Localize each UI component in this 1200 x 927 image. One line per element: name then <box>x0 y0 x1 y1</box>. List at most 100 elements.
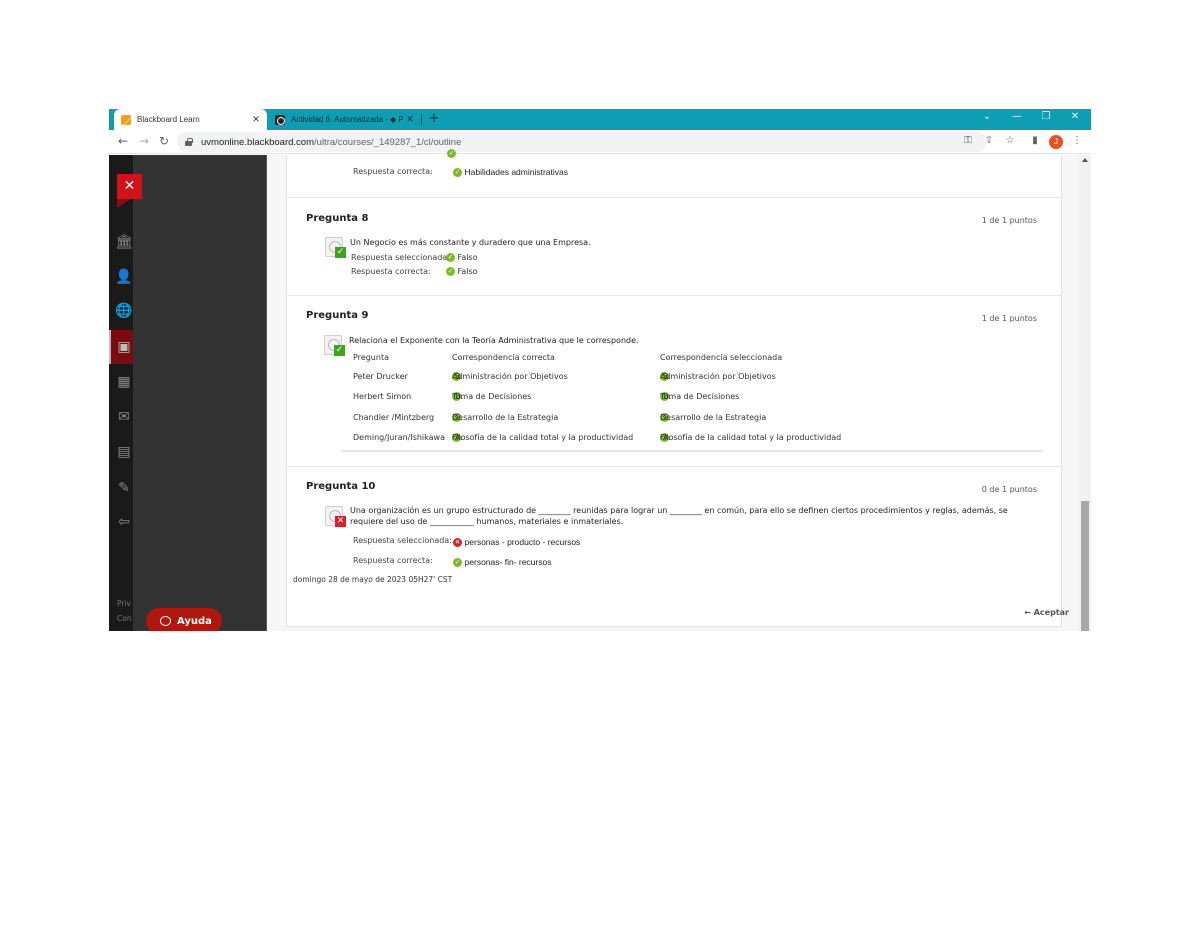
tab-strip: Blackboard Learn ✕ Actividad 6. Automati… <box>109 109 1091 130</box>
institution-icon[interactable]: 🏛 <box>115 233 133 251</box>
tab-blackboard-learn[interactable]: Blackboard Learn ✕ <box>114 109 267 130</box>
tab-search-icon[interactable]: ⌄ <box>979 111 995 122</box>
row-prompt: Herbert Simon <box>353 392 412 401</box>
question-10: Pregunta 10 0 de 1 puntos ✕ Una organiza… <box>287 468 1061 627</box>
tab-separator <box>421 114 422 125</box>
restore-button[interactable]: ❐ <box>1038 111 1054 122</box>
key-icon[interactable]: ⚿ <box>961 135 975 146</box>
check-icon: ✓ <box>447 149 456 158</box>
selected-match: Filosofía de la calidad total y la produ… <box>660 433 842 442</box>
question-points: 0 de 1 puntos <box>981 485 1037 494</box>
forward-button[interactable]: → <box>136 134 152 148</box>
check-icon: ✓ <box>446 253 455 262</box>
tools-icon[interactable]: ✎ <box>115 479 133 497</box>
tab-actividad-6[interactable]: Actividad 6. Automatizada - ◆ Pl ✕ <box>271 109 421 130</box>
scrollbar-thumb[interactable] <box>1081 501 1089 631</box>
matching-row: Herbert Simon ✓ D. Toma de Decisiones ✓ D. T… <box>353 392 1043 408</box>
new-tab-button[interactable]: + <box>427 111 441 126</box>
blackboard-pencil-icon <box>121 114 131 125</box>
close-panel-button[interactable]: ✕ <box>117 174 142 208</box>
question-title: Pregunta 10 <box>306 481 376 492</box>
matching-row: Peter Drucker ✓ B. Administración por Obje… <box>353 372 1043 388</box>
question-incorrect-icon: ✕ <box>325 506 347 528</box>
profile-icon[interactable]: 👤 <box>115 268 133 286</box>
correct-answer-label: Respuesta correcta: <box>353 167 433 176</box>
side-panel-icon[interactable]: ▮ <box>1028 135 1042 146</box>
url-text: uvmonline.blackboard.com/ultra/courses/_… <box>201 137 461 148</box>
profile-avatar[interactable]: J <box>1049 135 1063 149</box>
chat-bubble-icon <box>160 616 171 626</box>
reload-button[interactable]: ↻ <box>156 134 172 148</box>
correct-answer: Falso <box>457 267 478 276</box>
test-results-card: ✓ Respuesta correcta: ✓ Habilidades admi… <box>286 149 1062 627</box>
matching-row: Chandler /Mintzberg ✓ C. Desarrollo de la … <box>353 413 1043 429</box>
selected-match: Administración por Objetivos <box>660 372 776 381</box>
messages-icon[interactable]: ✉ <box>115 408 133 426</box>
check-icon: ✓ <box>453 168 462 177</box>
selected-match: Desarrollo de la Estrategia <box>660 413 767 422</box>
scroll-up-arrow-icon[interactable] <box>1082 158 1088 162</box>
selected-match: Toma de Decisiones <box>660 392 740 401</box>
help-label: Ayuda <box>177 615 212 627</box>
question-correct-icon: ✓ <box>324 335 346 357</box>
header-prompt: Pregunta <box>353 353 389 362</box>
selected-answer-label: Respuesta seleccionada: <box>353 536 452 545</box>
selected-answer: Falso <box>457 253 478 262</box>
cross-icon: ✕ <box>453 538 462 547</box>
check-icon: ✓ <box>453 558 462 567</box>
correct-answer: Habilidades administrativas <box>464 167 569 177</box>
contact-link[interactable]: Con <box>117 614 132 623</box>
matching-row: Deming/Juran/Ishikawa ✓ A. Filosofía de la… <box>353 433 1043 449</box>
question-text-line-1: Una organización es un grupo estructurad… <box>350 506 1008 515</box>
question-title: Pregunta 9 <box>306 310 369 321</box>
browser-toolbar: ← → ↻ uvmonline.blackboard.com/ultra/cou… <box>109 130 1091 154</box>
courses-icon[interactable]: ▣ <box>115 338 133 356</box>
address-bar[interactable]: uvmonline.blackboard.com/ultra/courses/_… <box>177 132 987 152</box>
correct-answer-label: Respuesta correcta: <box>353 556 433 565</box>
correct-answer-label: Respuesta correcta: <box>351 267 431 276</box>
nav-rail: 🏛 👤 🌐 ▣ ▦ ✉ ▤ ✎ ⇦ Priv Con <box>109 155 133 631</box>
header-correct: Correspondencia correcta <box>452 353 555 362</box>
back-button[interactable]: ← <box>115 134 131 148</box>
header-selected: Correspondencia seleccionada <box>660 353 783 362</box>
main-content: ✓ Respuesta correcta: ✓ Habilidades admi… <box>267 149 1079 631</box>
question-text: Un Negocio es más constante y duradero q… <box>350 238 591 247</box>
scrollbar[interactable] <box>1079 155 1091 631</box>
question-points: 1 de 1 puntos <box>981 314 1037 323</box>
close-tab-icon[interactable]: ✕ <box>249 115 263 125</box>
privacy-link[interactable]: Priv <box>117 599 131 608</box>
close-tab-icon[interactable]: ✕ <box>403 115 417 125</box>
submission-timestamp: domingo 28 de mayo de 2023 05H27' CST <box>293 575 453 584</box>
accept-button[interactable]: ← Aceptar <box>1024 608 1069 617</box>
question-9: Pregunta 9 1 de 1 puntos ✓ Relaciona el … <box>287 297 1061 467</box>
bookmark-star-icon[interactable]: ☆ <box>1003 135 1017 146</box>
question-7-tail: ✓ Respuesta correcta: ✓ Habilidades admi… <box>287 149 1061 198</box>
grades-icon[interactable]: ▤ <box>115 443 133 461</box>
tab-label: Actividad 6. Automatizada - ◆ Pl <box>291 115 403 124</box>
url-host: uvmonline.blackboard.com <box>201 136 315 148</box>
correct-match: Toma de Decisiones <box>452 392 532 401</box>
correct-match: Filosofía de la calidad total y la produ… <box>452 433 634 442</box>
row-prompt: Chandler /Mintzberg <box>353 413 435 422</box>
tab-label: Blackboard Learn <box>137 115 200 124</box>
minimize-button[interactable]: — <box>1009 111 1025 122</box>
browser-window: Blackboard Learn ✕ Actividad 6. Automati… <box>109 109 1091 631</box>
question-8: Pregunta 8 1 de 1 puntos ✓ Un Negocio es… <box>287 199 1061 296</box>
question-title: Pregunta 8 <box>306 213 369 224</box>
question-correct-icon: ✓ <box>325 237 347 259</box>
selected-answer: personas - producto - recursos <box>464 537 581 547</box>
browser-menu-icon[interactable]: ⋮ <box>1070 135 1084 146</box>
table-divider <box>341 450 1043 452</box>
row-prompt: Peter Drucker <box>353 372 408 381</box>
globe-icon[interactable]: 🌐 <box>115 302 133 320</box>
matching-header-row: Pregunta Correspondencia correcta Corres… <box>353 353 1043 369</box>
blackboard-app: 🏛 👤 🌐 ▣ ▦ ✉ ▤ ✎ ⇦ Priv Con ✕ Ayuda ✓ Res… <box>109 149 1091 631</box>
signout-icon[interactable]: ⇦ <box>115 513 133 531</box>
window-close-button[interactable]: ✕ <box>1067 111 1083 122</box>
correct-answer: personas- fin- recursos <box>464 557 552 567</box>
row-prompt: Deming/Juran/Ishikawa <box>353 433 445 442</box>
help-button[interactable]: Ayuda <box>146 608 222 631</box>
url-path: /ultra/courses/_149287_1/cl/outline <box>314 136 462 148</box>
share-icon[interactable]: ⇪ <box>982 135 996 146</box>
calendar-icon[interactable]: ▦ <box>115 373 133 391</box>
